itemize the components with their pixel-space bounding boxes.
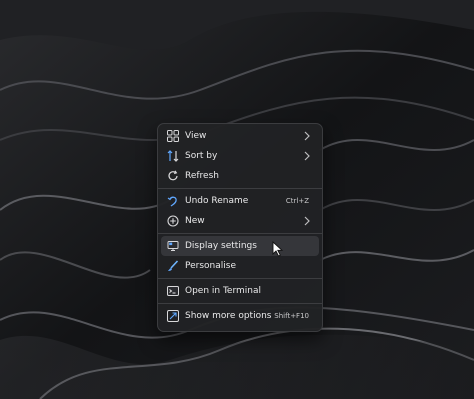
grid-icon <box>167 130 179 142</box>
menu-item-refresh[interactable]: Refresh <box>161 166 319 186</box>
more-options-icon <box>167 310 179 322</box>
display-icon <box>167 241 179 251</box>
menu-item-label: Display settings <box>185 241 257 251</box>
mouse-pointer-icon <box>272 241 284 257</box>
menu-separator <box>158 188 322 189</box>
menu-item-undo-rename[interactable]: Undo Rename Ctrl+Z <box>161 191 319 211</box>
menu-separator <box>158 278 322 279</box>
menu-item-label: Refresh <box>185 171 219 181</box>
shortcut-text: Ctrl+Z <box>285 197 309 205</box>
menu-separator <box>158 303 322 304</box>
menu-item-view[interactable]: View <box>161 126 319 146</box>
chevron-right-icon <box>304 131 310 141</box>
menu-separator <box>158 233 322 234</box>
terminal-icon <box>167 286 179 296</box>
menu-item-sort-by[interactable]: Sort by <box>161 146 319 166</box>
menu-item-label: Show more options <box>185 311 272 321</box>
shortcut-text: Shift+F10 <box>274 312 309 320</box>
menu-item-show-more-options[interactable]: Show more options Shift+F10 <box>161 306 319 326</box>
menu-item-label: New <box>185 216 205 226</box>
refresh-icon <box>168 170 178 181</box>
menu-item-open-in-terminal[interactable]: Open in Terminal <box>161 281 319 301</box>
plus-circle-icon <box>167 215 179 227</box>
menu-item-label: View <box>185 131 207 141</box>
undo-icon <box>167 196 177 207</box>
menu-item-new[interactable]: New <box>161 211 319 231</box>
menu-item-personalise[interactable]: Personalise <box>161 256 319 276</box>
sort-arrows-icon <box>167 150 179 162</box>
desktop-context-menu: View Sort by Refresh Undo Rename Ctrl+Z <box>157 123 323 332</box>
menu-item-label: Open in Terminal <box>185 286 261 296</box>
menu-item-display-settings[interactable]: Display settings <box>161 236 319 256</box>
chevron-right-icon <box>304 216 310 226</box>
menu-item-label: Personalise <box>185 261 236 271</box>
menu-item-label: Sort by <box>185 151 218 161</box>
brush-icon <box>168 260 179 271</box>
menu-item-label: Undo Rename <box>185 196 249 206</box>
chevron-right-icon <box>304 151 310 161</box>
